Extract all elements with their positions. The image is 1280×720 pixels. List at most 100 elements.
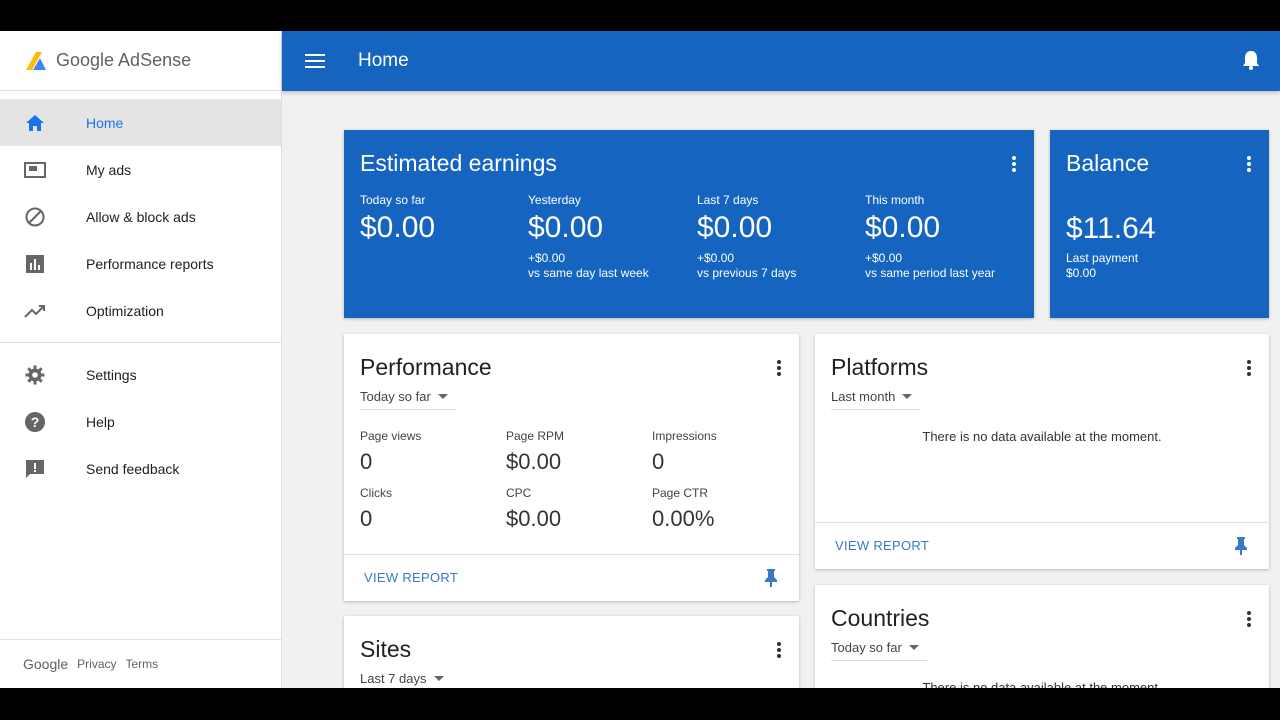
last-payment-value: $0.00 [1066,266,1097,280]
metric-page-views: Page views 0 [360,429,421,475]
platforms-title: Platforms [831,354,929,380]
pin-icon[interactable] [1233,536,1249,556]
earnings-more-icon[interactable] [1012,156,1016,172]
performance-title: Performance [360,354,492,380]
last-payment-label: Last payment [1066,251,1139,265]
chevron-down-icon [433,676,444,681]
metric-cpc: CPC $0.00 [506,486,561,532]
delta-amount: +$0.00 [697,251,735,265]
platforms-view-report-link[interactable]: VIEW REPORT [835,538,929,553]
sidebar-item-allow-block-ads[interactable]: Allow & block ads [0,193,281,240]
top-app-bar: Home [282,31,1280,91]
metric-clicks: Clicks 0 [360,486,392,532]
sidebar-item-label: Home [86,114,124,131]
last-payment: Last payment $0.00 [1066,251,1138,281]
metric-label: Page CTR [652,486,709,500]
metric-value: 0 [360,449,373,474]
sidebar-item-send-feedback[interactable]: Send feedback [0,445,281,492]
sidebar-item-label: Settings [86,366,137,383]
performance-more-icon[interactable] [777,360,781,376]
earnings-label: Last 7 days [697,193,759,207]
metric-page-rpm: Page RPM $0.00 [506,429,564,475]
chevron-down-icon [908,645,919,650]
performance-card: Performance Today so far Page views 0 Pa… [344,334,799,601]
balance-title: Balance [1066,150,1150,176]
dropdown-value: Today so far [360,389,431,404]
earnings-label: Yesterday [528,193,581,207]
trending-up-icon [24,300,46,322]
sidebar-footer: Google Privacy Terms [0,639,281,688]
sidebar-divider [0,342,281,343]
sidebar: Google AdSense Home My ads Allow & block… [0,31,282,688]
earnings-today: Today so far $0.00 [360,193,435,245]
sidebar-item-label: My ads [86,161,132,178]
hamburger-menu-icon[interactable] [304,54,326,68]
sidebar-item-settings[interactable]: Settings [0,351,281,398]
countries-range-dropdown[interactable]: Today so far [831,640,927,661]
help-icon: ? [24,411,46,433]
metric-impressions: Impressions 0 [652,429,717,475]
sidebar-item-performance-reports[interactable]: Performance reports [0,240,281,287]
metric-value: $0.00 [506,506,562,531]
metric-label: Impressions [652,429,717,443]
sidebar-item-label: Help [86,413,115,430]
svg-text:?: ? [31,414,40,430]
sidebar-item-home[interactable]: Home [0,99,281,146]
terms-link[interactable]: Terms [126,657,159,671]
gear-icon [24,364,46,386]
countries-card: Countries Today so far There is no data … [815,585,1269,688]
sites-more-icon[interactable] [777,642,781,658]
performance-card-footer: VIEW REPORT [344,554,799,601]
sidebar-item-label: Allow & block ads [86,208,196,225]
earnings-value: $0.00 [865,211,941,244]
earnings-last-7-days: Last 7 days $0.00 +$0.00 vs previous 7 d… [697,193,796,281]
platforms-card: Platforms Last month There is no data av… [815,334,1269,569]
performance-view-report-link[interactable]: VIEW REPORT [364,570,458,585]
earnings-delta: +$0.00 vs same period last year [865,251,995,281]
metric-page-ctr: Page CTR 0.00% [652,486,714,532]
delta-comparison: vs same day last week [528,266,649,280]
platforms-card-footer: VIEW REPORT [815,522,1269,569]
earnings-value: $0.00 [528,211,604,244]
metric-label: Clicks [360,486,392,500]
metric-label: CPC [506,486,532,500]
earnings-value: $0.00 [360,211,436,244]
earnings-delta: +$0.00 vs previous 7 days [697,251,796,281]
feedback-icon [24,458,46,480]
metric-label: Page views [360,429,422,443]
delta-amount: +$0.00 [528,251,566,265]
brand[interactable]: Google AdSense [0,31,281,91]
sidebar-item-my-ads[interactable]: My ads [0,146,281,193]
metric-value: 0.00% [652,506,715,531]
google-link[interactable]: Google [23,656,68,672]
balance-value: $11.64 [1066,212,1156,245]
ad-unit-icon [24,159,46,181]
estimated-earnings-card: Estimated earnings Today so far $0.00 Ye… [344,130,1034,318]
dropdown-value: Today so far [831,640,902,655]
pin-icon[interactable] [763,568,779,588]
sites-title: Sites [360,636,412,662]
dropdown-value: Last month [831,389,896,404]
platforms-more-icon[interactable] [1247,360,1251,376]
sidebar-item-label: Optimization [86,302,164,319]
performance-range-dropdown[interactable]: Today so far [360,389,456,410]
block-icon [24,206,46,228]
earnings-label: This month [865,193,925,207]
earnings-value: $0.00 [697,211,773,244]
sidebar-item-help[interactable]: ? Help [0,398,281,445]
privacy-link[interactable]: Privacy [77,657,116,671]
countries-more-icon[interactable] [1247,611,1251,627]
platforms-range-dropdown[interactable]: Last month [831,389,921,410]
sites-card: Sites Last 7 days [344,616,799,688]
bar-chart-icon [24,253,46,275]
notifications-bell-icon[interactable] [1240,49,1262,71]
delta-amount: +$0.00 [865,251,903,265]
balance-more-icon[interactable] [1247,156,1251,172]
delta-comparison: vs same period last year [865,266,996,280]
sidebar-item-optimization[interactable]: Optimization [0,287,281,334]
sidebar-item-label: Send feedback [86,460,180,477]
sites-range-dropdown[interactable]: Last 7 days [360,671,452,688]
sidebar-nav: Home My ads Allow & block ads Performanc… [0,91,281,492]
metric-label: Page RPM [506,429,565,443]
earnings-yesterday: Yesterday $0.00 +$0.00 vs same day last … [528,193,649,281]
